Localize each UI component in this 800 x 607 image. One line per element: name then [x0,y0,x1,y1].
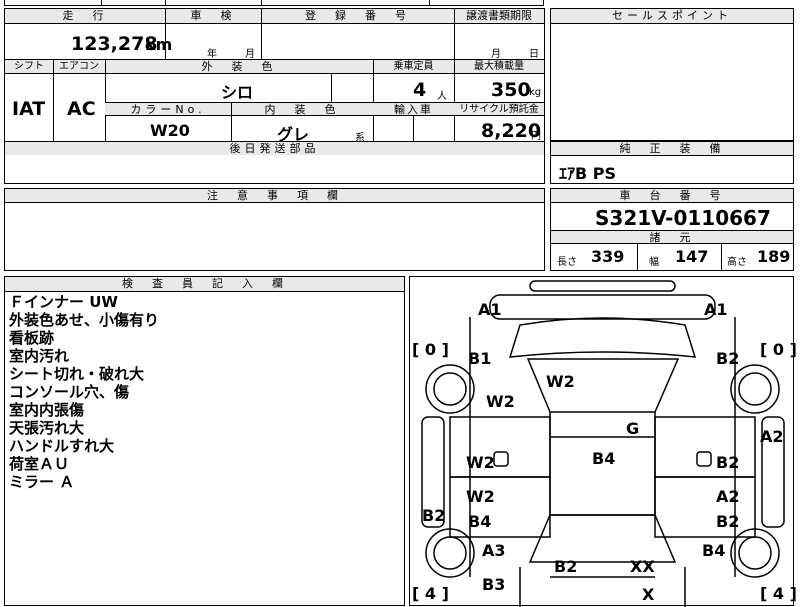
mark-tire-fl: [ 0 ] [412,340,449,359]
width-value: 147 [675,247,709,266]
length-value: 339 [591,247,625,266]
inspector-note-item: コンソール穴、傷 [9,383,130,401]
inspection-header: 車 検 [165,9,261,24]
recycle-header: リサイクル預託金 [454,102,544,116]
genuine-value: ｴｱB PS [559,164,617,183]
aircon-header: エアコン [53,60,105,74]
transfer-date-header: 譲渡書類期限 [454,9,544,24]
mark-windshield-left: W2 [486,392,515,411]
transfer-month-unit: 月 [491,49,501,60]
mark-fender-left: B1 [468,349,492,368]
exterior-color-value: シロ [221,83,254,102]
mark-tire-rl: [ 4 ] [412,584,449,603]
chassis-value: S321V-0110667 [595,206,771,230]
mark-rear-left: B3 [482,575,506,594]
inspector-note-item: ハンドルすれ大 [9,437,115,455]
inspector-note-item: ミラー Ａ [9,473,75,491]
inspector-note-item: シート切れ・破れ大 [9,365,145,383]
chassis-header: 車 台 番 号 [551,189,793,203]
height-label: 高さ [727,257,747,268]
chassis-box: 車 台 番 号 S321V-0110667 諸 元 長さ 339 幅 147 高… [550,188,794,271]
interior-color-header: 内 装 色 [231,102,373,116]
mark-front-left: A1 [478,300,502,319]
notes-header: 注 意 事 項 欄 [5,189,544,203]
mark-side-right: A2 [760,427,784,446]
mark-hood: W2 [546,372,575,391]
mark-door-right-rear-a: A2 [716,487,740,506]
color-no-header: カラーNo. [105,102,231,116]
mark-rear-center-right: XX [630,557,655,576]
mark-center-top: G [626,419,640,438]
inspector-header: 検 査 員 記 入 欄 [5,277,404,292]
inspector-note-item: 室内内張傷 [9,401,85,419]
max-load-header: 最大積載量 [454,60,544,74]
car-outline [421,280,785,607]
max-load-unit: kg [529,87,542,98]
mark-door-left-rear-b: B4 [468,512,492,531]
exterior-color-header: 外 装 色 [105,60,373,74]
sales-point-box: セールスポイント [550,8,794,141]
width-label: 幅 [649,257,659,268]
mark-side-left: B2 [422,506,446,525]
inspector-note-item: 室内汚れ [9,347,70,365]
transfer-day-unit: 日 [529,49,539,60]
import-header: 輸入車 [373,102,454,116]
info-grid: 走 行 車 検 登 録 番 号 譲渡書類期限 123,278 km 年 月 月 … [4,8,545,155]
shift-header: シフト [5,60,53,74]
mark-door-left-front: W2 [466,453,495,472]
inspector-note-item: Ｆインナー UW [9,293,118,311]
later-parts-box [4,140,545,184]
inspection-year-unit: 年 [207,49,217,60]
aircon-value: AC [67,98,96,120]
mileage-header: 走 行 [5,9,165,24]
length-label: 長さ [557,257,577,268]
mark-front-right: A1 [704,300,728,319]
mark-quarter-right: B4 [702,541,726,560]
capacity-unit: 人 [437,91,447,102]
mark-quarter-left: A3 [482,541,506,560]
notes-box: 注 意 事 項 欄 [4,188,545,271]
mark-rear-center-left: B2 [554,557,578,576]
mark-tire-rr: [ 4 ] [760,584,797,603]
specs-header: 諸 元 [551,230,793,244]
capacity-header: 乗車定員 [373,60,454,74]
mark-roof: B4 [592,449,616,468]
inspector-box: 検 査 員 記 入 欄 Ｆインナー UW 外装色あせ、小傷有り 看板跡 室内汚れ シート… [4,276,405,606]
mark-door-left-rear-a: W2 [466,487,495,506]
genuine-box: 純 正 装 備 ｴｱB PS [550,141,794,184]
vehicle-diagram: A1 A1 [ 0 ] [ 0 ] B1 B2 W2 W2 G A2 W2 B4… [409,276,797,607]
height-value: 189 [757,247,791,266]
mark-fender-right: B2 [716,349,740,368]
registration-header: 登 録 番 号 [261,9,454,24]
sales-point-header: セールスポイント [551,9,793,24]
inspector-note-item: 荷室ＡＵ [9,455,70,473]
inspector-note-item: 外装色あせ、小傷有り [9,311,160,329]
mark-door-right-rear-b: B2 [716,512,740,531]
inspector-note-item: 天張汚れ大 [9,419,85,437]
shift-value: IAT [12,98,46,120]
capacity-value: 4 [413,79,427,101]
color-no-value: W20 [150,121,190,140]
mark-rear-bottom: X [642,585,655,604]
mileage-unit: km [145,35,173,54]
inspector-note-item: 看板跡 [9,329,55,347]
genuine-header: 純 正 装 備 [551,142,793,156]
mark-door-right-front: B2 [716,453,740,472]
max-load-value: 350 [491,79,531,101]
inspection-month-unit: 月 [245,49,255,60]
mark-tire-fr: [ 0 ] [760,340,797,359]
inspector-notes-list: Ｆインナー UW 外装色あせ、小傷有り 看板跡 室内汚れ シート切れ・破れ大 コンソール穴… [9,293,399,491]
